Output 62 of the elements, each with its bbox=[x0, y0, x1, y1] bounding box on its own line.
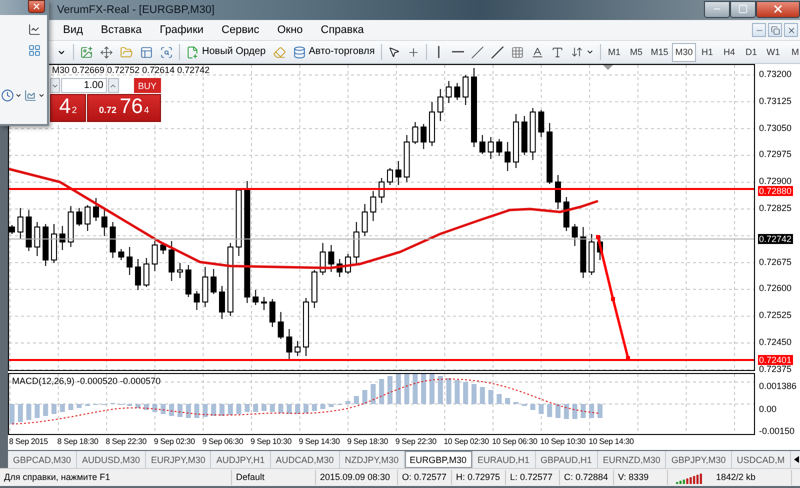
time-axis-label: 9 Sep 06:30 bbox=[202, 437, 244, 446]
status-profile: Default bbox=[232, 470, 316, 485]
time-axis-label: 10 Sep 06:30 bbox=[492, 437, 538, 446]
price-axis-label: 0.72525 bbox=[758, 310, 793, 320]
price-marker-label: 0.72742 bbox=[758, 234, 793, 244]
price-axis-label: 0.72975 bbox=[758, 149, 793, 160]
status-traffic: 1842/2 kb bbox=[712, 470, 792, 485]
timeframe-button[interactable]: D1 bbox=[740, 42, 762, 62]
status-close: C: 0.72884 bbox=[560, 470, 614, 485]
chart-info-text: M30 0.72669 0.72752 0.72614 0.72742 bbox=[52, 65, 210, 75]
status-volume: V: 8339 bbox=[614, 470, 668, 485]
indicator-axis-label: 0.00 bbox=[758, 404, 778, 414]
menu-item[interactable]: Справка bbox=[312, 24, 373, 36]
timeframe-button[interactable]: M30 bbox=[672, 42, 696, 62]
lot-field[interactable]: 1.00 bbox=[61, 78, 108, 93]
time-axis-label: 8 Sep 18:30 bbox=[57, 437, 98, 446]
price-axis-label: 0.72900 bbox=[758, 176, 793, 186]
chart-tab[interactable]: EURGBP,M30 bbox=[404, 451, 472, 468]
time-axis-label: 9 Sep 22:30 bbox=[395, 437, 436, 446]
time-axis-label: 9 Sep 02:30 bbox=[154, 437, 195, 446]
price-axis-label: 0.72675 bbox=[758, 256, 793, 267]
indicator-axis-label: 0.001386 bbox=[758, 381, 798, 391]
time-axis-label: 9 Sep 14:30 bbox=[298, 437, 340, 446]
menu-item[interactable]: Вставка bbox=[92, 24, 151, 36]
price-axis-label: 0.72450 bbox=[758, 337, 793, 347]
status-open: O: 0.72577 bbox=[398, 470, 452, 485]
timeframe-button[interactable]: H4 bbox=[718, 42, 740, 62]
price-axis-label: 0.72375 bbox=[758, 364, 793, 374]
timeframe-button[interactable]: M5 bbox=[626, 42, 647, 62]
price-marker-label: 0.72880 bbox=[758, 186, 793, 196]
timeframe-button[interactable]: W1 bbox=[762, 42, 784, 62]
indicator-label: MACD(12,26,9) -0.000520 -0.000570 bbox=[12, 376, 161, 386]
status-help-text: Для справки, нажмите F1 bbox=[0, 470, 232, 485]
timeframe-button[interactable]: H1 bbox=[696, 42, 718, 62]
price-axis-label: 0.72600 bbox=[758, 283, 793, 294]
menu-item[interactable]: Сервис bbox=[212, 24, 268, 36]
menu-item[interactable]: Окно bbox=[268, 24, 312, 36]
status-low: L: 0.72577 bbox=[506, 470, 560, 485]
time-axis-label: 10 Sep 14:30 bbox=[588, 437, 634, 446]
menu-item[interactable]: Вид bbox=[54, 24, 92, 36]
timeframe-button[interactable]: M15 bbox=[648, 42, 672, 62]
price-axis-label: 0.72825 bbox=[758, 203, 793, 213]
time-axis-label: 10 Sep 10:30 bbox=[540, 437, 586, 446]
new-order-button[interactable]: Новый Ордер bbox=[183, 42, 269, 62]
price-axis-label: 0.73125 bbox=[758, 96, 793, 106]
price-axis-label: 0.73050 bbox=[758, 122, 793, 133]
buy-button[interactable]: BUY bbox=[134, 78, 161, 93]
window-title: VerumFX-Real - [EURGBP,M30] bbox=[57, 4, 216, 16]
indicator-axis-label: -0.00150 bbox=[758, 426, 796, 436]
price-marker-label: 0.72401 bbox=[758, 355, 793, 365]
time-axis-label: 9 Sep 10:30 bbox=[250, 437, 292, 446]
auto-trading-button[interactable]: Авто-торговля bbox=[290, 42, 378, 62]
time-axis-label: 8 Sep 22:30 bbox=[106, 437, 147, 446]
menu-item[interactable]: Графики bbox=[150, 24, 213, 36]
price-axis-label: 0.73200 bbox=[758, 69, 793, 79]
status-high: H: 0.72975 bbox=[452, 470, 506, 485]
time-axis-label: 9 Sep 18:30 bbox=[347, 437, 388, 446]
status-datetime: 2015.09.09 08:30 bbox=[316, 470, 398, 485]
time-axis-label: 8 Sep 2015 bbox=[9, 437, 48, 446]
timeframe-button[interactable]: M1 bbox=[604, 42, 625, 62]
timeframe-button[interactable]: M bbox=[784, 42, 800, 62]
time-axis-label: 10 Sep 02:30 bbox=[444, 437, 489, 446]
